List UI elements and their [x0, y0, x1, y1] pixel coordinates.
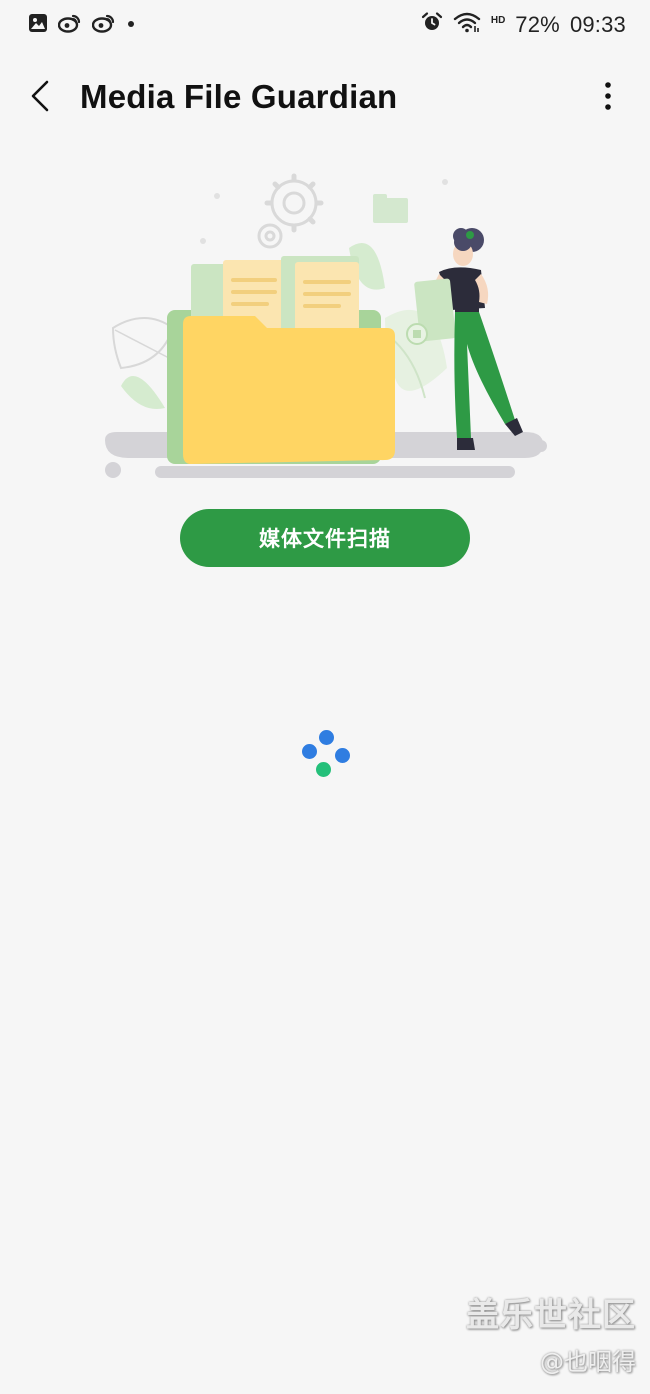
media-file-scan-button[interactable]: 媒体文件扫描 — [180, 509, 470, 567]
loading-dot — [335, 748, 350, 763]
status-bar: HD 72% 09:33 — [0, 0, 650, 52]
battery-percent: 72% — [515, 11, 560, 37]
loading-spinner — [300, 729, 350, 779]
community-watermark: 盖乐世社区 @也咽得 — [466, 1288, 636, 1377]
gallery-icon — [28, 13, 48, 38]
more-options-button[interactable] — [590, 76, 626, 120]
wifi-icon — [453, 11, 481, 38]
back-button[interactable] — [20, 76, 60, 120]
watermark-author: @也咽得 — [540, 1348, 636, 1376]
watermark-title: 盖乐世社区 — [466, 1295, 636, 1334]
folder-with-documents-and-person-illustration — [105, 173, 547, 478]
more-vertical-icon — [604, 81, 612, 116]
loading-dot — [316, 762, 331, 777]
weibo-icon — [91, 13, 116, 38]
status-bar-left — [28, 13, 136, 38]
chevron-left-icon — [29, 79, 51, 118]
notification-dot-icon — [126, 13, 136, 38]
hd-badge: HD — [490, 15, 506, 26]
status-bar-right: HD 72% 09:33 — [421, 11, 626, 38]
page-title: Media File Guardian — [80, 78, 398, 115]
app-bar: Media File Guardian — [0, 60, 650, 136]
weibo-icon — [57, 13, 82, 38]
clock-time: 09:33 — [569, 11, 626, 37]
loading-dot — [302, 744, 317, 759]
media-files-illustration — [95, 168, 555, 488]
alarm-icon — [421, 11, 443, 38]
loading-dot — [319, 730, 334, 745]
